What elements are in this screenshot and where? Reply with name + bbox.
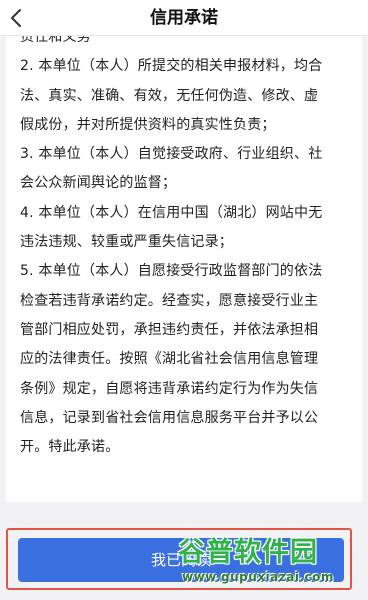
text-line: 假成份，并对所提供资料的真实性负责； <box>20 116 276 133</box>
text-line: 检查若违背承诺约定。经查实，愿意接受行业主 <box>20 292 319 309</box>
commitment-text-panel[interactable]: 责任和义务 2. 本单位（本人）所提交的相关申报材料，均合 法、真实、准确、有效… <box>6 36 362 502</box>
text-line: 开。特此承诺。 <box>20 439 120 456</box>
text-line: 应的法律责任。按照《湖北省社会信用信息管理 <box>20 351 319 368</box>
text-line: 条例》规定，自愿将违背承诺约定行为作为失信 <box>20 380 319 397</box>
nav-bar: 信用承诺 <box>0 0 368 36</box>
text-line: 3. 本单位（本人）自觉接受政府、行业组织、社 <box>20 146 323 163</box>
text-line: 管部门相应处罚，承担违约责任，并依法承担相 <box>20 321 319 338</box>
commitment-text: 责任和义务 2. 本单位（本人）所提交的相关申报材料，均合 法、真实、准确、有效… <box>20 36 348 462</box>
text-line: 信息，记录到省社会信用信息服务平台并予以公 <box>20 409 319 426</box>
text-line: 2. 本单位（本人）所提交的相关申报材料，均合 <box>20 58 323 75</box>
text-line: 5. 本单位（本人）自愿接受行政监督部门的依法 <box>20 263 323 280</box>
text-line: 违法违规、较重或严重失信记录； <box>20 234 233 251</box>
highlight-frame <box>6 528 352 590</box>
text-line: 责任和义务 <box>20 36 91 45</box>
text-line: 法、真实、准确、有效，无任何伪造、修改、虚 <box>20 87 319 104</box>
text-line: 会公众新闻舆论的监督； <box>20 175 177 192</box>
text-line: 4. 本单位（本人）在信用中国（湖北）网站中无 <box>20 204 323 221</box>
page-title: 信用承诺 <box>150 8 218 28</box>
